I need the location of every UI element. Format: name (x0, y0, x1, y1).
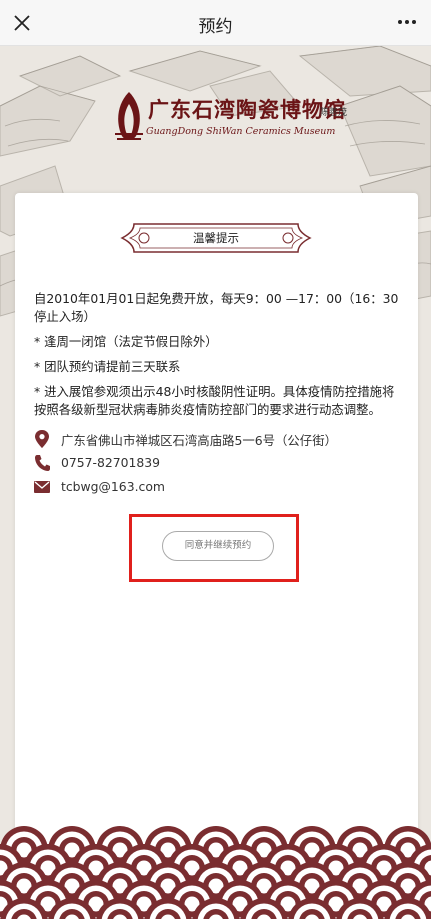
address-row: 广东省佛山市禅城区石湾高庙路5一6号（公仔街） (34, 430, 414, 450)
notice-title: 温馨提示 (193, 231, 239, 245)
page-title: 预约 (198, 17, 233, 37)
notice-title-banner: 温馨提示 (120, 222, 312, 254)
wave-pattern-footer (0, 820, 431, 919)
logo-mark-icon (115, 92, 143, 140)
notice-paragraph: 自2010年01月01日起免费开放，每天9：00 —17：00（16：30停止入… (34, 291, 399, 324)
notice-card: 温馨提示 自2010年01月01日起免费开放，每天9：00 —17：00（16：… (15, 193, 418, 893)
phone-row: 0757-82701839 (34, 454, 414, 474)
phone-text[interactable]: 0757-82701839 (61, 455, 160, 470)
mail-icon (34, 481, 50, 493)
agree-continue-button[interactable]: 同意并继续预约 (162, 531, 274, 561)
top-bar: 预约 (0, 0, 431, 46)
notice-content: 自2010年01月01日起免费开放，每天9：00 —17：00（16：30停止入… (34, 290, 404, 426)
museum-logo: 广东石湾陶瓷博物馆 陈善茂 GuangDong ShiWan Ceramics … (108, 90, 347, 150)
email-row: tcbwg@163.com (34, 478, 414, 498)
phone-icon (35, 455, 50, 471)
more-icon[interactable] (395, 10, 419, 34)
notice-paragraph: * 进入展馆参观须出示48小时核酸阴性证明。具体疫情防控措施将按照各级新型冠状病… (34, 384, 395, 417)
notice-paragraph: * 团队预约请提前三天联系 (34, 359, 181, 374)
location-pin-icon (35, 430, 49, 448)
notice-paragraph: * 逢周一闭馆（法定节假日除外） (34, 334, 218, 349)
museum-name-cn: 广东石湾陶瓷博物馆 (148, 97, 346, 122)
email-text[interactable]: tcbwg@163.com (61, 479, 165, 494)
museum-signature: 陈善茂 (320, 108, 348, 118)
museum-name-en: GuangDong ShiWan Ceramics Museum (146, 126, 336, 137)
address-text: 广东省佛山市禅城区石湾高庙路5一6号（公仔街） (61, 433, 337, 448)
